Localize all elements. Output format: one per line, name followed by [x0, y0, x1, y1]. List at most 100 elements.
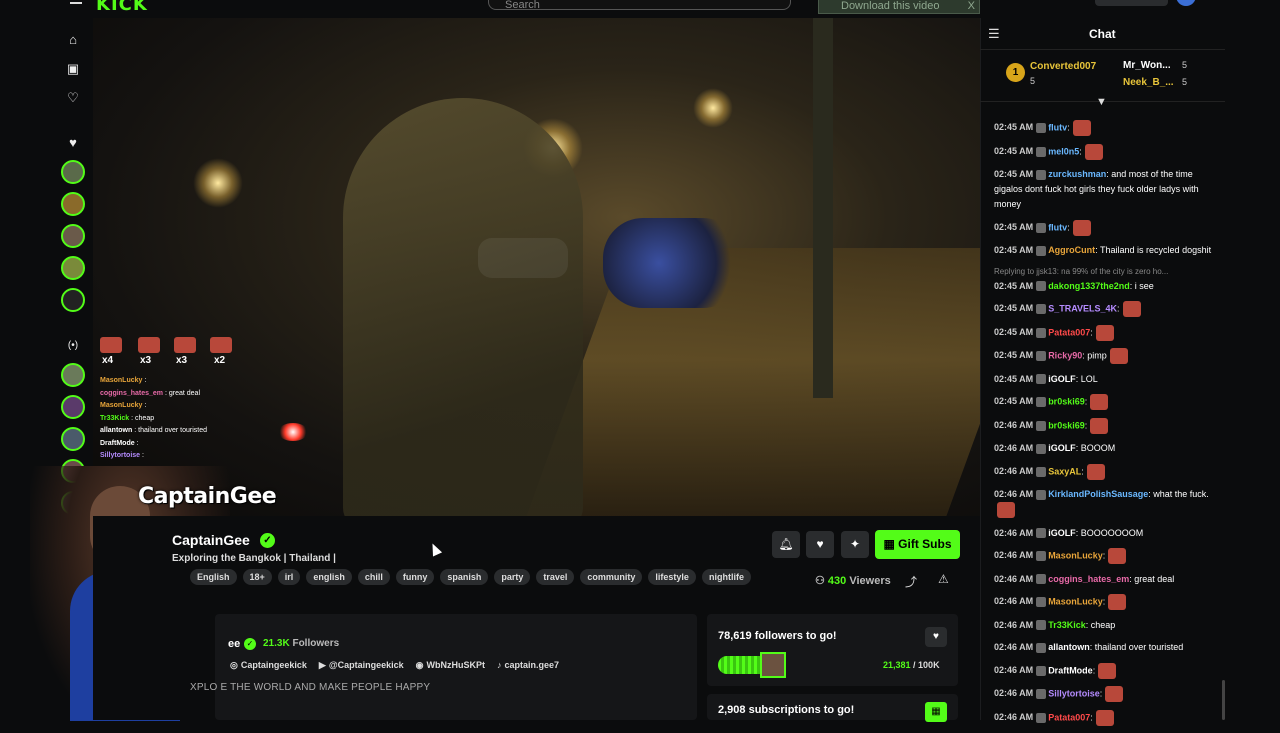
chat-message[interactable]: 02:46 AM Sillytortoise: [994, 686, 1214, 702]
collapse-chat-icon[interactable]: ☰ [988, 26, 1000, 42]
sparkle-icon[interactable]: ✦ [841, 531, 869, 558]
notification-bell-icon[interactable]: 🔔︎ [772, 531, 800, 558]
chat-message[interactable]: 02:46 AM Tr33Kick: cheap [994, 618, 1214, 633]
chat-username[interactable]: KirklandPolishSausage [1048, 489, 1148, 499]
chat-username[interactable]: Patata007 [1048, 712, 1090, 722]
chat-scrollbar[interactable] [1222, 680, 1225, 720]
chat-message[interactable]: 02:45 AM mel0n5: [994, 143, 1214, 160]
chat-username[interactable]: br0ski69 [1048, 396, 1085, 406]
leaderboard-user[interactable]: Neek_B_... [1123, 77, 1174, 88]
streamer-name[interactable]: CaptainGee [172, 532, 250, 548]
chat-timestamp: 02:46 AM [994, 489, 1034, 499]
social-link[interactable]: ▶ @Captaingeekick [319, 660, 404, 671]
social-link[interactable]: ◉ WbNzHuSKPt [416, 660, 485, 671]
followed-channel-avatar[interactable] [61, 224, 85, 248]
chat-message[interactable]: 02:45 AM zurckushman: and most of the tim… [994, 167, 1214, 212]
chat-username[interactable]: br0ski69 [1048, 420, 1085, 430]
chat-message[interactable]: 02:45 AM S_TRAVELS_4K: [994, 301, 1214, 317]
video-player[interactable] [93, 18, 980, 516]
recommended-channel-avatar[interactable] [61, 427, 85, 451]
gift-subs-button[interactable]: ▦ Gift Subs [875, 530, 960, 559]
chat-username[interactable]: MasonLucky [1048, 596, 1103, 606]
chat-message[interactable]: 02:46 AM Patata007: [994, 709, 1214, 726]
chat-username[interactable]: MasonLucky [1048, 550, 1103, 560]
gift-icon [138, 337, 160, 353]
chat-username[interactable]: SaxyAL [1048, 466, 1081, 476]
stream-tag[interactable]: irl [277, 569, 301, 585]
chat-username[interactable]: AggroCunt [1048, 245, 1095, 255]
chat-username[interactable]: flutv [1048, 122, 1067, 132]
stream-tag[interactable]: lifestyle [648, 569, 696, 585]
social-link[interactable]: ◎ Captaingeekick [230, 660, 307, 671]
chat-username[interactable]: coggins_hates_em [1048, 574, 1129, 584]
verified-icon: ✓ [260, 533, 275, 548]
search-input[interactable]: Search [488, 0, 791, 11]
leaderboard-user[interactable]: Converted007 [1030, 61, 1096, 72]
stream-tag[interactable]: chill [357, 569, 390, 585]
chat-message[interactable]: 02:46 AM br0ski69: [994, 417, 1214, 434]
chat-message[interactable]: 02:46 AM KirklandPolishSausage: what the … [994, 487, 1214, 518]
chat-username[interactable]: allantown [1048, 642, 1090, 652]
follow-heart-icon[interactable]: ♥ [806, 531, 834, 558]
stream-tag[interactable]: nightlife [701, 569, 751, 585]
menu-icon[interactable] [70, 0, 82, 4]
recommended-channel-avatar[interactable] [61, 363, 85, 387]
chat-message[interactable]: 02:45 AM Ricky90: pimp [994, 348, 1214, 364]
stream-tag[interactable]: english [306, 569, 352, 585]
chat-username[interactable]: Ricky90 [1048, 350, 1082, 360]
close-icon[interactable]: X [968, 0, 975, 12]
kick-logo[interactable]: KICK [96, 0, 148, 15]
following-icon[interactable]: ♡ [65, 90, 81, 106]
chat-username[interactable]: S_TRAVELS_4K [1048, 303, 1117, 313]
chat-message[interactable]: 02:46 AM iGOLF: BOOOOOOOM [994, 526, 1214, 541]
gift-icon[interactable]: ▦ [925, 702, 947, 722]
chat-message[interactable]: 02:46 AM MasonLucky: [994, 594, 1214, 610]
pinned-filter-icon[interactable]: ▼ [1096, 96, 1107, 108]
chat-username[interactable]: iGOLF [1048, 443, 1076, 453]
leaderboard-user[interactable]: Mr_Won... [1123, 60, 1171, 71]
chat-message[interactable]: 02:45 AM flutv: [994, 120, 1214, 136]
report-icon[interactable]: ⚠ [938, 572, 949, 586]
browse-icon[interactable]: ▣ [65, 61, 81, 77]
chat-message[interactable]: 02:45 AM flutv: [994, 219, 1214, 236]
chat-message[interactable]: 02:45 AM AggroCunt: Thailand is recycled … [994, 243, 1214, 258]
heart-icon[interactable]: ♥ [925, 627, 947, 647]
chat-username[interactable]: Tr33Kick [1048, 620, 1086, 630]
recommended-channel-avatar[interactable] [61, 395, 85, 419]
followed-channel-avatar[interactable] [61, 192, 85, 216]
chat-message[interactable]: 02:46 AM iGOLF: BOOOM [994, 441, 1214, 456]
chat-username[interactable]: Sillytortoise [1048, 688, 1100, 698]
followed-channel-avatar[interactable] [61, 288, 85, 312]
stream-tag[interactable]: community [580, 569, 643, 585]
stream-tag[interactable]: party [494, 569, 531, 585]
followed-channel-avatar[interactable] [61, 256, 85, 280]
chat-username[interactable]: Patata007 [1048, 327, 1090, 337]
download-video-button[interactable]: Download this video X [818, 0, 980, 14]
chat-message[interactable]: 02:46 AM coggins_hates_em: great deal [994, 572, 1214, 587]
chat-message[interactable]: 02:45 AM Patata007: [994, 324, 1214, 341]
followed-channel-avatar[interactable] [61, 160, 85, 184]
share-icon[interactable]: ⤴ [905, 573, 917, 590]
chat-username[interactable]: mel0n5 [1048, 146, 1079, 156]
chat-message[interactable]: 02:45 AM dakong1337the2nd: i see [994, 279, 1214, 294]
chat-message[interactable]: 02:45 AM iGOLF: LOL [994, 372, 1214, 387]
social-link[interactable]: ♪ captain.gee7 [497, 660, 559, 671]
chat-username[interactable]: iGOLF [1048, 374, 1076, 384]
chat-message[interactable]: 02:45 AM br0ski69: [994, 394, 1214, 410]
chat-username[interactable]: iGOLF [1048, 528, 1076, 538]
chat-username[interactable]: flutv [1048, 222, 1067, 232]
chat-username[interactable]: zurckushman [1048, 169, 1106, 179]
chat-username[interactable]: DraftMode [1048, 665, 1093, 675]
chat-message[interactable]: 02:46 AM SaxyAL: [994, 463, 1214, 480]
chat-message[interactable]: 02:46 AM allantown: thailand over tourist… [994, 640, 1214, 655]
home-icon[interactable]: ⌂ [65, 32, 81, 48]
chat-message[interactable]: 02:46 AM MasonLucky: [994, 548, 1214, 564]
stream-tag[interactable]: English [190, 569, 237, 585]
stream-tag[interactable]: travel [536, 569, 575, 585]
stream-tag[interactable]: 18+ [242, 569, 272, 585]
stream-tag[interactable]: spanish [440, 569, 489, 585]
stream-tag[interactable]: funny [395, 569, 435, 585]
chat-username[interactable]: dakong1337the2nd [1048, 281, 1130, 291]
chat-message[interactable]: 02:46 AM DraftMode: [994, 662, 1214, 679]
login-button[interactable] [1095, 0, 1168, 6]
